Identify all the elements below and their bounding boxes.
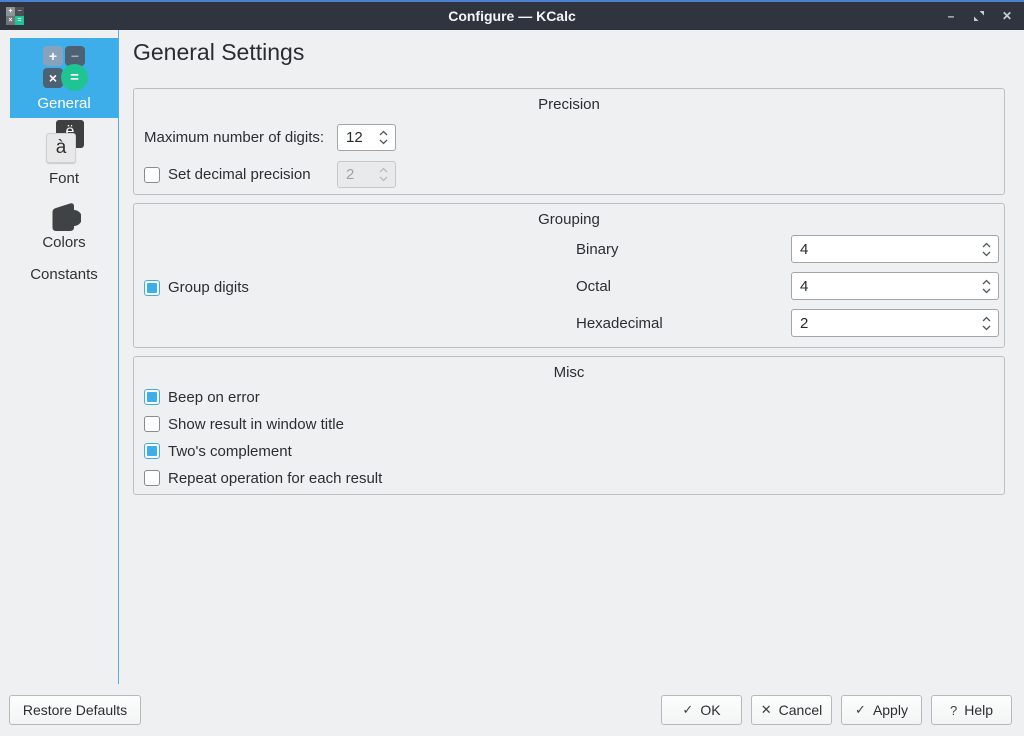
- apply-label: Apply: [873, 702, 908, 718]
- cancel-label: Cancel: [779, 702, 823, 718]
- restore-icon[interactable]: [970, 7, 988, 25]
- repeat-operation-label[interactable]: Repeat operation for each result: [168, 470, 382, 487]
- restore-defaults-label: Restore Defaults: [23, 702, 127, 718]
- hexadecimal-spinbox[interactable]: 2: [791, 309, 999, 337]
- sidebar-separator: [118, 30, 119, 684]
- binary-grouping-row: Binary 4: [134, 235, 1004, 263]
- octal-spinbox[interactable]: 4: [791, 272, 999, 300]
- decimal-precision-checkbox[interactable]: [144, 167, 160, 183]
- spinner-down-icon[interactable]: [982, 288, 991, 294]
- show-result-label[interactable]: Show result in window title: [168, 416, 344, 433]
- font-icon: ë à: [41, 120, 87, 166]
- help-label: Help: [964, 702, 993, 718]
- precision-group-title: Precision: [134, 96, 1004, 113]
- minimize-icon[interactable]: –: [942, 7, 960, 25]
- font-icon-front-glyph: à: [46, 133, 76, 163]
- calc-equals-glyph: =: [61, 64, 88, 91]
- colors-icon: [47, 202, 81, 232]
- apply-button[interactable]: ✓ Apply: [841, 695, 922, 725]
- max-digits-value[interactable]: 12: [338, 129, 379, 146]
- spinner-up-icon[interactable]: [982, 316, 991, 322]
- calculator-icon: + − × =: [42, 45, 86, 89]
- spinner-down-icon: [379, 176, 388, 182]
- misc-group: Misc Beep on error Show result in window…: [133, 356, 1005, 495]
- calc-plus-glyph: +: [43, 46, 63, 66]
- spinner-up-icon[interactable]: [982, 242, 991, 248]
- sidebar-item-colors[interactable]: Colors: [10, 200, 118, 260]
- spinner-down-icon[interactable]: [379, 139, 388, 145]
- page-title: General Settings: [133, 39, 304, 66]
- ok-button[interactable]: ✓ OK: [661, 695, 742, 725]
- check-icon: ✓: [682, 702, 693, 718]
- grouping-group: Grouping Group digits Binary 4 Octal 4 H…: [133, 203, 1005, 348]
- ok-label: OK: [700, 702, 720, 718]
- binary-label: Binary: [576, 241, 619, 258]
- binary-spinbox[interactable]: 4: [791, 235, 999, 263]
- calc-minus-glyph: −: [65, 46, 85, 66]
- titlebar[interactable]: + − × = Configure — KCalc – ✕: [0, 0, 1024, 30]
- octal-grouping-row: Octal 4: [134, 272, 1004, 300]
- sidebar-item-general[interactable]: + − × = General: [10, 38, 118, 118]
- spinner-up-icon: [379, 167, 388, 173]
- sidebar-label-constants: Constants: [30, 266, 98, 283]
- sidebar-label-font: Font: [10, 170, 118, 187]
- spinner-up-icon[interactable]: [379, 130, 388, 136]
- beep-on-error-checkbox[interactable]: [144, 389, 160, 405]
- sidebar-item-font[interactable]: ë à Font: [10, 120, 118, 188]
- sidebar-label-colors: Colors: [10, 234, 118, 251]
- beep-on-error-label[interactable]: Beep on error: [168, 389, 260, 406]
- repeat-operation-checkbox[interactable]: [144, 470, 160, 486]
- max-digits-spinbox[interactable]: 12: [337, 124, 396, 151]
- close-icon: ✕: [761, 702, 772, 718]
- decimal-precision-spinbox: 2: [337, 161, 396, 188]
- sidebar-item-constants[interactable]: Constants: [10, 266, 118, 290]
- show-result-row: Show result in window title: [144, 415, 344, 433]
- max-digits-label: Maximum number of digits:: [144, 129, 324, 146]
- twos-complement-checkbox[interactable]: [144, 443, 160, 459]
- sidebar-label-general: General: [10, 95, 118, 112]
- window-controls: – ✕: [942, 2, 1016, 30]
- precision-group: Precision Maximum number of digits: 12 S…: [133, 88, 1005, 195]
- octal-value[interactable]: 4: [792, 278, 982, 295]
- check-icon: ✓: [855, 702, 866, 718]
- cancel-button[interactable]: ✕ Cancel: [751, 695, 832, 725]
- hexadecimal-value[interactable]: 2: [792, 315, 982, 332]
- repeat-operation-row: Repeat operation for each result: [144, 469, 382, 487]
- question-icon: ?: [950, 703, 957, 718]
- octal-label: Octal: [576, 278, 611, 295]
- window-title: Configure — KCalc: [0, 8, 1024, 24]
- twos-complement-row: Two's complement: [144, 442, 292, 460]
- spinner-up-icon[interactable]: [982, 279, 991, 285]
- hexadecimal-grouping-row: Hexadecimal 2: [134, 309, 1004, 337]
- close-icon[interactable]: ✕: [998, 7, 1016, 25]
- grouping-group-title: Grouping: [134, 211, 1004, 228]
- decimal-precision-value: 2: [338, 166, 379, 183]
- binary-value[interactable]: 4: [792, 241, 982, 258]
- decimal-precision-label[interactable]: Set decimal precision: [168, 166, 311, 183]
- spinner-down-icon[interactable]: [982, 325, 991, 331]
- hexadecimal-label: Hexadecimal: [576, 315, 663, 332]
- restore-defaults-button[interactable]: Restore Defaults: [9, 695, 141, 725]
- twos-complement-label[interactable]: Two's complement: [168, 443, 292, 460]
- help-button[interactable]: ? Help: [931, 695, 1012, 725]
- spinner-down-icon[interactable]: [982, 251, 991, 257]
- beep-on-error-row: Beep on error: [144, 388, 260, 406]
- show-result-checkbox[interactable]: [144, 416, 160, 432]
- misc-group-title: Misc: [134, 364, 1004, 381]
- calc-times-glyph: ×: [43, 68, 63, 88]
